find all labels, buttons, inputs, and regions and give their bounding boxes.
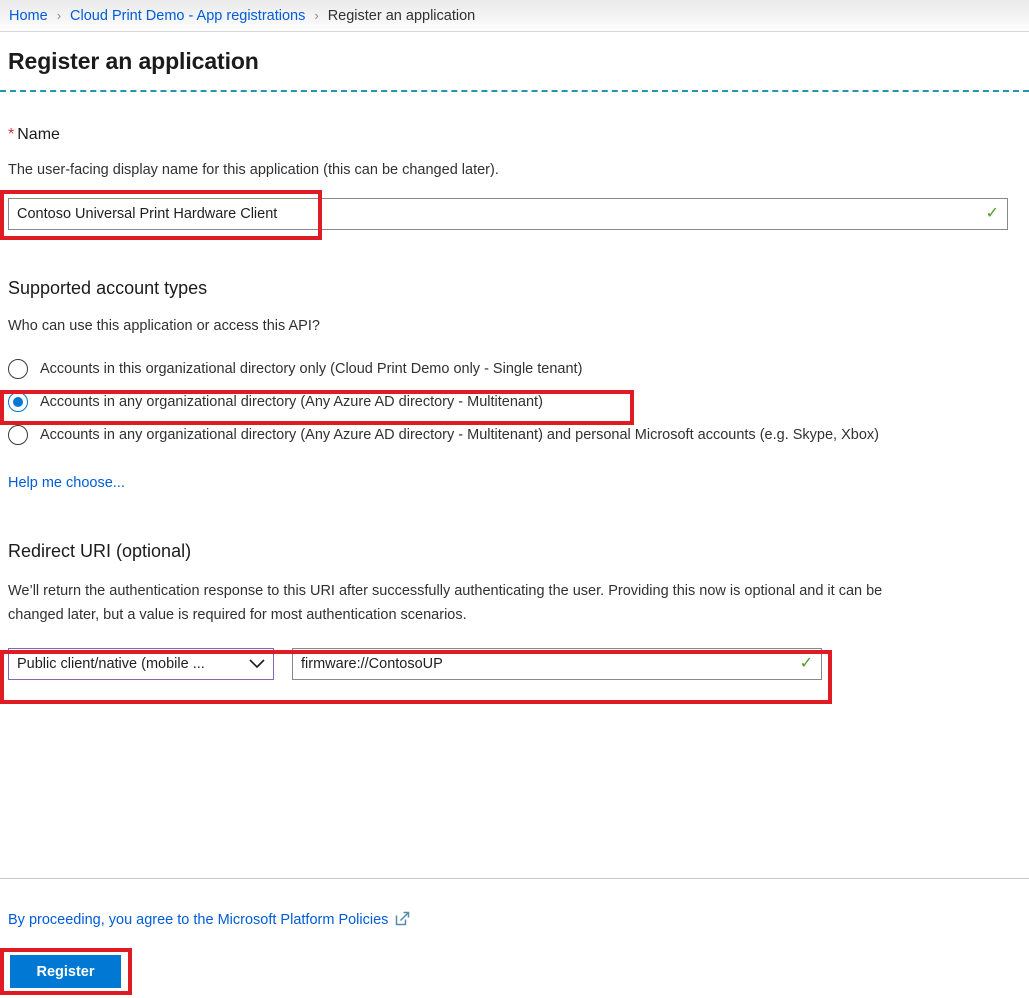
redirect-uri-heading: Redirect URI (optional) bbox=[8, 541, 192, 562]
radio-icon-selected[interactable] bbox=[8, 391, 28, 412]
name-label: * Name bbox=[0, 126, 1029, 144]
redirect-uri-description-line1: We’ll return the authentication response… bbox=[8, 583, 883, 600]
app-name-input[interactable]: Contoso Universal Print Hardware Client … bbox=[8, 198, 1008, 231]
breadcrumb-item-app-registrations[interactable]: Cloud Print Demo - App registrations bbox=[70, 8, 305, 24]
valid-check-icon: ✓ bbox=[799, 655, 813, 673]
redirect-uri-row: Public client/native (mobile ... firmwar… bbox=[0, 648, 1029, 681]
external-link-icon[interactable] bbox=[395, 911, 410, 929]
radio-label-multitenant: Accounts in any organizational directory… bbox=[40, 393, 543, 410]
valid-check-icon: ✓ bbox=[985, 205, 999, 223]
account-types-heading: Supported account types bbox=[8, 278, 208, 299]
radio-label-single-tenant: Accounts in this organizational director… bbox=[40, 360, 583, 377]
redirect-uri-description-line2: changed later, but a value is required f… bbox=[8, 607, 467, 624]
main-content: * Name The user-facing display name for t… bbox=[0, 100, 1029, 681]
register-button[interactable]: Register bbox=[10, 955, 121, 988]
platform-policies-link[interactable]: By proceeding, you agree to the Microsof… bbox=[8, 912, 388, 928]
footer-divider bbox=[0, 878, 1029, 879]
account-types-radio-group: Accounts in this organizational director… bbox=[0, 352, 1029, 451]
breadcrumb-separator-icon: › bbox=[56, 8, 62, 23]
chevron-down-icon bbox=[249, 657, 265, 672]
radio-label-multitenant-personal: Accounts in any organizational directory… bbox=[40, 426, 879, 443]
breadcrumb-separator-icon: › bbox=[314, 8, 319, 23]
breadcrumb: Home › Cloud Print Demo - App registrati… bbox=[0, 0, 1029, 32]
breadcrumb-item-current: Register an application bbox=[327, 7, 476, 24]
redirect-uri-value: firmware://ContosoUP bbox=[301, 656, 443, 673]
page-title: Register an application bbox=[8, 48, 259, 74]
radio-option-single-tenant[interactable]: Accounts in this organizational director… bbox=[0, 352, 1029, 385]
platform-policies-line: By proceeding, you agree to the Microsof… bbox=[8, 911, 410, 929]
app-name-value: Contoso Universal Print Hardware Client bbox=[17, 206, 278, 223]
help-me-choose-link[interactable]: Help me choose... bbox=[8, 475, 125, 491]
name-label-text: Name bbox=[17, 126, 60, 143]
redirect-uri-input[interactable]: firmware://ContosoUP ✓ bbox=[292, 648, 822, 681]
radio-option-multitenant[interactable]: Accounts in any organizational directory… bbox=[0, 385, 1029, 418]
platform-select[interactable]: Public client/native (mobile ... bbox=[8, 648, 274, 681]
dashed-divider bbox=[0, 90, 1029, 92]
radio-icon-unselected[interactable] bbox=[8, 424, 28, 445]
name-description: The user-facing display name for this ap… bbox=[8, 162, 499, 178]
required-asterisk: * bbox=[8, 126, 15, 143]
breadcrumb-item-home[interactable]: Home bbox=[9, 8, 48, 24]
account-types-question: Who can use this application or access t… bbox=[8, 318, 320, 335]
radio-option-multitenant-personal[interactable]: Accounts in any organizational directory… bbox=[0, 418, 1029, 451]
radio-icon-unselected[interactable] bbox=[8, 358, 28, 379]
platform-select-value: Public client/native (mobile ... bbox=[17, 656, 205, 673]
